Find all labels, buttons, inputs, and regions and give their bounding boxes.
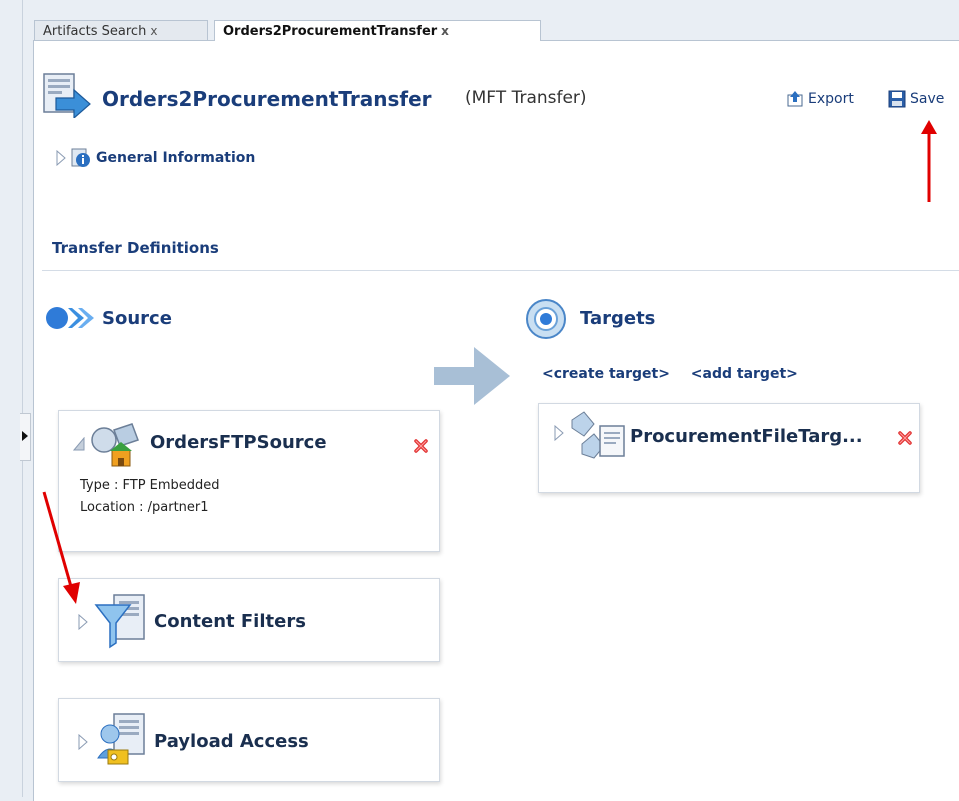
page-subtitle: (MFT Transfer): [465, 88, 587, 108]
tab-bar: Artifacts Search x Orders2ProcurementTran…: [24, 0, 959, 41]
page-title: Orders2ProcurementTransfer: [102, 87, 432, 111]
targets-icon: [526, 299, 566, 339]
export-label: Export: [808, 91, 854, 107]
disclosure-triangle-icon[interactable]: [78, 734, 88, 750]
add-target-link[interactable]: <add target>: [691, 366, 798, 382]
save-icon: [888, 90, 906, 108]
export-button[interactable]: Export: [786, 90, 854, 108]
general-information-toggle[interactable]: General Information: [56, 148, 255, 168]
source-location: Location : /partner1: [80, 500, 209, 515]
info-icon: [71, 148, 90, 167]
ftp-source-icon: [91, 423, 139, 467]
payload-access-label: Payload Access: [154, 731, 309, 752]
source-icon: [46, 307, 94, 329]
collapse-panel-handle[interactable]: [20, 413, 31, 461]
target-links: <create target> <add target>: [542, 366, 814, 382]
tab-label: Artifacts Search: [43, 24, 147, 39]
file-target-icon: [571, 411, 625, 459]
annotation-arrow-down: [42, 491, 80, 604]
export-icon: [787, 91, 803, 107]
tab-label: Orders2ProcurementTransfer: [223, 24, 438, 39]
flow-arrow-icon: [434, 347, 510, 405]
target-name: ProcurementFileTarg...: [630, 426, 863, 447]
filter-icon: [94, 594, 145, 649]
payload-access-icon: [97, 713, 145, 765]
save-label: Save: [910, 91, 945, 107]
collapse-triangle-icon[interactable]: [73, 437, 85, 451]
mft-transfer-icon: [43, 73, 91, 118]
source-type: Type : FTP Embedded: [80, 478, 220, 493]
content-filters-label: Content Filters: [154, 611, 306, 632]
tab-orders2procurementtransfer[interactable]: Orders2ProcurementTransfer x: [214, 20, 541, 41]
source-heading: Source: [102, 308, 172, 329]
disclosure-triangle-icon: [56, 150, 66, 166]
source-name: OrdersFTPSource: [150, 432, 327, 453]
create-target-link[interactable]: <create target>: [542, 366, 670, 382]
targets-heading: Targets: [580, 308, 656, 329]
save-button[interactable]: Save: [888, 90, 944, 108]
delete-source-icon[interactable]: [414, 439, 428, 453]
left-gutter: [0, 0, 33, 797]
section-divider: [42, 270, 959, 271]
tab-close-icon[interactable]: x: [441, 24, 449, 38]
disclosure-triangle-icon[interactable]: [78, 614, 88, 630]
splitter-line: [22, 0, 23, 797]
delete-target-icon[interactable]: [898, 431, 912, 445]
general-information-label: General Information: [96, 150, 256, 166]
expand-arrow-icon: [22, 431, 28, 441]
tab-artifacts-search[interactable]: Artifacts Search x: [34, 20, 208, 40]
disclosure-triangle-icon[interactable]: [554, 425, 564, 441]
transfer-definitions-label: Transfer Definitions: [52, 239, 219, 257]
tab-close-icon[interactable]: x: [150, 24, 157, 38]
annotation-arrow-up: [921, 120, 937, 202]
